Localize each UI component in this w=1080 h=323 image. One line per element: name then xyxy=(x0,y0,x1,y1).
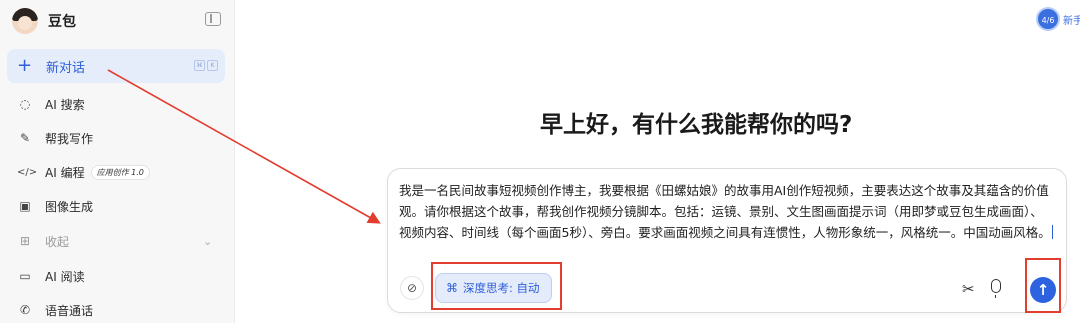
grid-icon: ⊞ xyxy=(19,234,31,248)
annotation-box-deep-think xyxy=(431,262,562,310)
sidebar-item-collapse[interactable]: ⊞ 收起 ⌄ xyxy=(7,228,225,254)
sidebar-item-ai-search[interactable]: ◌ AI 搜索 xyxy=(7,91,225,117)
plus-icon: + xyxy=(17,55,33,76)
code-icon: </> xyxy=(17,166,38,178)
chevron-down-icon: ⌄ xyxy=(203,234,213,248)
sidebar-item-image-gen[interactable]: ▣ 图像生成 xyxy=(7,193,225,219)
prompt-input[interactable]: 我是一名民间故事短视频创作博主，我要根据《田螺姑娘》的故事用AI创作短视频，主要… xyxy=(399,180,1055,243)
guide-label[interactable]: 新手 xyxy=(1063,12,1080,27)
image-icon: ▣ xyxy=(19,199,31,213)
prompt-text: 我是一名民间故事短视频创作博主，我要根据《田螺姑娘》的故事用AI创作短视频，主要… xyxy=(399,183,1051,240)
sidebar-item-label: AI 阅读 xyxy=(45,269,85,284)
app-name: 豆包 xyxy=(48,14,76,30)
sidebar-item-voice-call[interactable]: ✆ 语音通话 xyxy=(7,297,225,323)
sidebar-item-label: 帮我写作 xyxy=(45,131,94,146)
new-chat-label: 新对话 xyxy=(46,60,86,76)
app-creation-badge: 应用创作 1.0 xyxy=(90,164,150,180)
scissors-icon[interactable]: ✂ xyxy=(962,280,975,298)
sidebar-item-ai-reading[interactable]: ▭ AI 阅读 xyxy=(7,263,225,289)
sidebar-item-label: AI 搜索 xyxy=(45,97,85,112)
shortcut-key: ⌘ xyxy=(194,60,205,71)
annotation-box-send xyxy=(1025,258,1061,313)
sidebar: 豆包 + 新对话 ⌘ K ◌ AI 搜索 ✎ 帮我写作 </> AI 编程 应用… xyxy=(0,0,235,323)
attach-button[interactable]: ⊘ xyxy=(400,276,424,300)
greeting-title: 早上好，有什么我能帮你的吗? xyxy=(540,112,853,138)
paperclip-icon: ⊘ xyxy=(406,281,418,295)
guide-progress-badge[interactable]: 4/6 xyxy=(1036,7,1060,31)
avatar xyxy=(12,8,38,34)
phone-icon: ✆ xyxy=(19,303,31,317)
shortcut-hint: ⌘ K xyxy=(194,60,218,71)
search-icon: ◌ xyxy=(19,97,31,111)
shortcut-key: K xyxy=(207,60,218,71)
text-caret xyxy=(1051,225,1053,239)
sidebar-item-label: 图像生成 xyxy=(45,199,94,214)
sidebar-item-writing[interactable]: ✎ 帮我写作 xyxy=(7,125,225,151)
sidebar-item-coding[interactable]: </> AI 编程 应用创作 1.0 xyxy=(7,159,225,185)
brand[interactable]: 豆包 xyxy=(12,6,76,36)
microphone-icon[interactable] xyxy=(991,279,1001,298)
sidebar-item-label: AI 编程 xyxy=(45,165,85,180)
new-chat-button[interactable]: + 新对话 ⌘ K xyxy=(7,49,225,83)
book-icon: ▭ xyxy=(19,269,31,283)
pen-icon: ✎ xyxy=(19,131,31,145)
sidebar-toggle-icon[interactable] xyxy=(205,12,221,26)
sidebar-item-label: 收起 xyxy=(45,234,70,249)
sidebar-item-label: 语音通话 xyxy=(45,303,94,318)
